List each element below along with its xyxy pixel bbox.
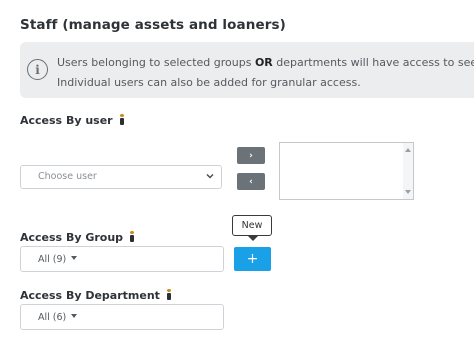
add-group-button[interactable]: + [234,247,271,271]
info-tip-icon[interactable] [118,114,126,125]
info-or-emphasis: OR [254,56,273,69]
info-line-2: Individual users can also be added for g… [57,76,361,89]
list-scrollbar[interactable] [403,143,413,199]
access-by-department-label: Access By Department [20,289,173,302]
choose-user-select[interactable]: Choose user [20,165,222,189]
selected-users-list[interactable] [279,142,414,200]
access-by-group-label: Access By Group [20,231,136,244]
choose-user-placeholder: Choose user [38,171,97,182]
info-text: Users belonging to selected groups OR de… [57,53,474,93]
info-line-1: Users belonging to selected groups OR de… [57,56,474,69]
group-multiselect[interactable]: All (9) [20,246,224,272]
new-tooltip: New [232,215,272,241]
add-user-arrow-button[interactable]: › [237,147,265,164]
remove-user-arrow-button[interactable]: ‹ [237,173,265,190]
department-multiselect[interactable]: All (6) [20,304,224,330]
department-selected-value: All (6) [38,312,67,323]
caret-down-icon [71,314,78,318]
info-tip-icon[interactable] [165,289,173,300]
access-by-user-label: Access By user [20,114,126,127]
scroll-up-icon[interactable] [405,148,411,152]
chevron-down-icon [206,173,214,179]
section-title: Staff (manage assets and loaners) [20,17,286,33]
info-circle-icon: i [27,59,48,80]
caret-down-icon [71,256,78,260]
scroll-down-icon[interactable] [405,190,411,194]
group-selected-value: All (9) [38,254,67,265]
info-tip-icon[interactable] [128,231,136,242]
